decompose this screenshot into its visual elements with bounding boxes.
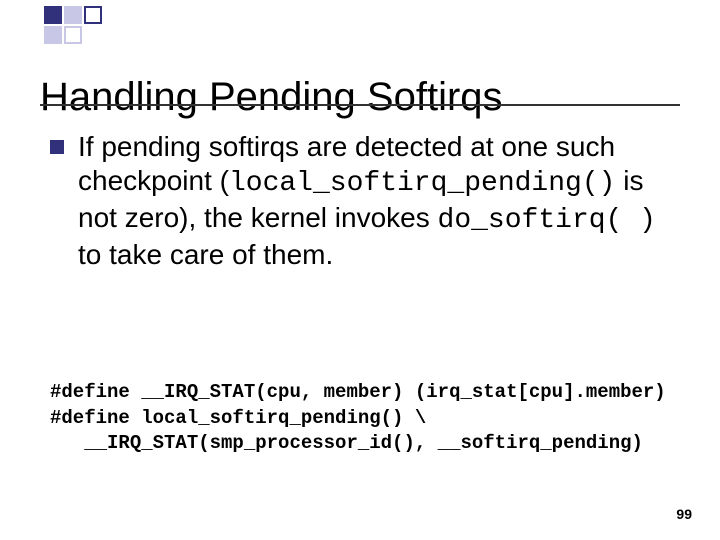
title-underline: [40, 104, 680, 106]
code-line: __IRQ_STAT(smp_processor_id(), __softirq…: [50, 432, 643, 454]
slide: Handling Pending Softirqs If pending sof…: [0, 0, 720, 540]
deco-square: [64, 6, 82, 24]
bullet-item: If pending softirqs are detected at one …: [50, 130, 680, 273]
slide-title: Handling Pending Softirqs: [40, 75, 503, 120]
deco-square: [84, 6, 102, 24]
bullet-square-icon: [50, 140, 64, 154]
text-run: to take care of them.: [78, 239, 333, 270]
code-line: #define local_softirq_pending() \: [50, 407, 426, 429]
bullet-text: If pending softirqs are detected at one …: [78, 130, 680, 273]
page-number: 99: [676, 506, 692, 522]
code-line: #define __IRQ_STAT(cpu, member) (irq_sta…: [50, 381, 666, 403]
code-inline: local_softirq_pending(): [229, 168, 615, 199]
deco-square: [44, 6, 62, 24]
code-block: #define __IRQ_STAT(cpu, member) (irq_sta…: [50, 380, 690, 457]
slide-body: If pending softirqs are detected at one …: [50, 130, 680, 273]
deco-square: [44, 26, 62, 44]
code-inline: do_softirq( ): [438, 205, 656, 236]
deco-square: [64, 26, 82, 44]
